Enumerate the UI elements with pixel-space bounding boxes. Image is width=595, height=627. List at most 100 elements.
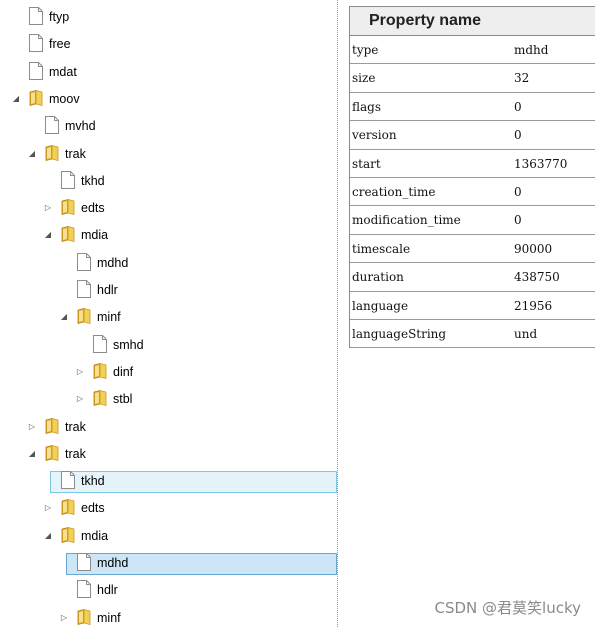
box-tree-view[interactable]: ftyp free mdat ◢ moov mvhd ◢ trak tkhd ▷ edts ◢ mdia… <box>0 0 338 627</box>
folder-icon <box>28 89 44 107</box>
tree-node-hdlr[interactable]: hdlr <box>0 280 337 302</box>
property-row-version[interactable]: version 0 <box>350 121 595 150</box>
property-value: 0 <box>514 128 522 143</box>
tree-node-label: tkhd <box>81 174 105 188</box>
file-icon <box>28 34 44 52</box>
expand-arrow-icon[interactable]: ▷ <box>60 613 68 623</box>
tree-node-label: moov <box>49 92 80 106</box>
tree-node-trak[interactable]: ◢ trak <box>0 144 337 166</box>
tree-node-label: mdhd <box>97 556 129 570</box>
tree-node-dinf[interactable]: ▷ dinf <box>0 362 337 384</box>
folder-icon <box>44 444 60 462</box>
property-value: 32 <box>514 71 530 86</box>
collapse-arrow-icon[interactable]: ◢ <box>44 531 52 541</box>
collapse-arrow-icon[interactable]: ◢ <box>60 312 68 322</box>
property-value: 90000 <box>514 241 553 256</box>
file-icon <box>44 116 60 134</box>
folder-icon <box>44 417 60 435</box>
tree-node-label: minf <box>97 611 121 625</box>
tree-node-label: mvhd <box>65 119 96 133</box>
property-name-header: Property name <box>350 7 595 36</box>
tree-node-minf[interactable]: ◢ minf <box>0 307 337 329</box>
expand-arrow-icon[interactable]: ▷ <box>28 422 36 432</box>
property-row-flags[interactable]: flags 0 <box>350 93 595 122</box>
folder-icon <box>92 389 108 407</box>
tree-node-mdia[interactable]: ◢ mdia <box>0 526 337 548</box>
file-icon <box>28 7 44 25</box>
property-row-creation_time[interactable]: creation_time 0 <box>350 178 595 207</box>
property-value: 0 <box>514 184 522 199</box>
tree-node-label: edts <box>81 501 105 515</box>
tree-node-label: trak <box>65 420 86 434</box>
tree-node-label: mdia <box>81 228 109 242</box>
property-key: modification_time <box>352 213 461 228</box>
expand-arrow-icon[interactable]: ▷ <box>76 394 84 404</box>
property-value: 0 <box>514 99 522 114</box>
tree-node-label: trak <box>65 147 86 161</box>
tree-node-label: minf <box>97 310 121 324</box>
collapse-arrow-icon[interactable]: ◢ <box>28 149 36 159</box>
tree-node-mdhd[interactable]: mdhd <box>0 253 337 275</box>
tree-node-tkhd[interactable]: tkhd <box>0 471 337 493</box>
tree-node-trak[interactable]: ◢ trak <box>0 444 337 466</box>
tree-node-minf[interactable]: ▷ minf <box>0 608 337 627</box>
property-row-start[interactable]: start 1363770 <box>350 150 595 178</box>
property-key: creation_time <box>352 184 436 199</box>
tree-node-hdlr[interactable]: hdlr <box>0 580 337 602</box>
property-key: timescale <box>352 241 411 256</box>
property-row-modification_time[interactable]: modification_time 0 <box>350 206 595 235</box>
property-row-type[interactable]: type mdhd <box>350 36 595 65</box>
file-icon <box>76 280 92 298</box>
property-grid: Property name type mdhd size 32 flags 0 versio… <box>349 6 595 349</box>
tree-node-label: mdia <box>81 529 109 543</box>
file-icon <box>60 171 76 189</box>
tree-node-mdat[interactable]: mdat <box>0 62 337 84</box>
property-key: duration <box>352 270 404 285</box>
tree-node-label: mdhd <box>97 256 129 270</box>
file-icon <box>92 335 108 353</box>
property-row-language[interactable]: language 21956 <box>350 292 595 320</box>
property-row-timescale[interactable]: timescale 90000 <box>350 235 595 264</box>
watermark: CSDN @君莫笑lucky <box>434 599 582 617</box>
expand-arrow-icon[interactable]: ▷ <box>44 503 52 513</box>
tree-node-ftyp[interactable]: ftyp <box>0 7 337 29</box>
tree-node-mvhd[interactable]: mvhd <box>0 116 337 138</box>
property-value: 1363770 <box>514 156 568 171</box>
tree-node-mdhd[interactable]: mdhd <box>0 553 337 575</box>
tree-node-moov[interactable]: ◢ moov <box>0 89 337 111</box>
property-row-duration[interactable]: duration 438750 <box>350 263 595 292</box>
collapse-arrow-icon[interactable]: ◢ <box>28 449 36 459</box>
tree-node-smhd[interactable]: smhd <box>0 335 337 357</box>
property-key: language <box>352 298 409 313</box>
property-row-size[interactable]: size 32 <box>350 64 595 93</box>
tree-node-label: tkhd <box>81 474 105 488</box>
tree-node-tkhd[interactable]: tkhd <box>0 171 337 193</box>
tree-node-label: trak <box>65 447 86 461</box>
tree-node-edts[interactable]: ▷ edts <box>0 498 337 520</box>
property-key: start <box>352 156 381 171</box>
tree-node-label: smhd <box>113 338 144 352</box>
folder-icon <box>60 225 76 243</box>
property-value: mdhd <box>514 43 549 57</box>
folder-icon <box>60 498 76 516</box>
property-key: languageString <box>352 326 447 341</box>
folder-icon <box>60 526 76 544</box>
property-key: size <box>352 71 376 86</box>
collapse-arrow-icon[interactable]: ◢ <box>44 230 52 240</box>
property-key: version <box>352 128 397 143</box>
tree-node-free[interactable]: free <box>0 34 337 56</box>
collapse-arrow-icon[interactable]: ◢ <box>12 94 20 104</box>
property-value: 438750 <box>514 270 560 285</box>
tree-node-label: hdlr <box>97 583 118 597</box>
property-row-languageString[interactable]: languageString und <box>350 320 595 349</box>
property-value: 21956 <box>514 298 553 313</box>
tree-node-mdia[interactable]: ◢ mdia <box>0 225 337 247</box>
tree-node-edts[interactable]: ▷ edts <box>0 198 337 220</box>
tree-node-label: mdat <box>49 65 77 79</box>
tree-node-trak[interactable]: ▷ trak <box>0 417 337 439</box>
expand-arrow-icon[interactable]: ▷ <box>44 203 52 213</box>
tree-node-stbl[interactable]: ▷ stbl <box>0 389 337 411</box>
expand-arrow-icon[interactable]: ▷ <box>76 367 84 377</box>
file-icon <box>28 62 44 80</box>
file-icon <box>76 580 92 598</box>
